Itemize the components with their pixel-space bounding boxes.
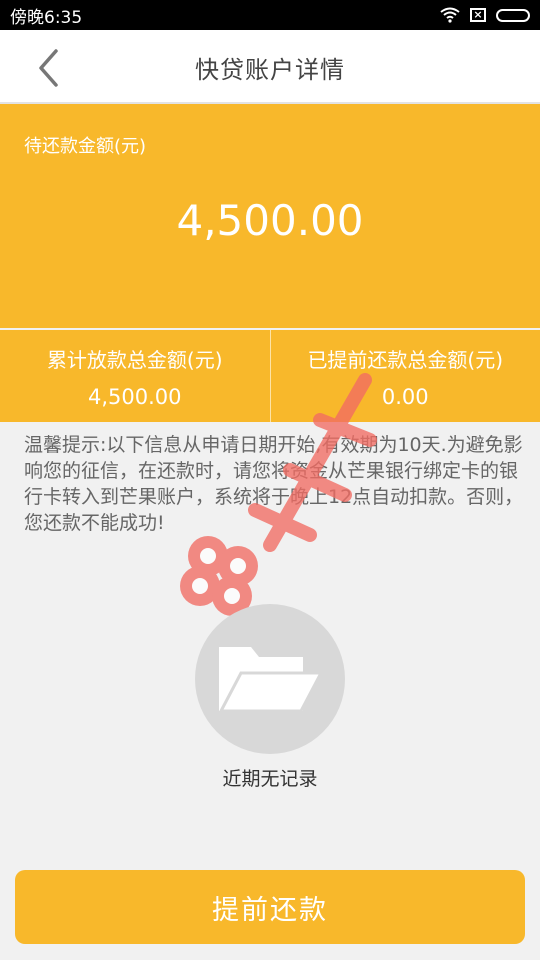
amount-due-label: 待还款金额(元) (24, 136, 147, 157)
status-icons: × (440, 7, 530, 23)
navigation-bar: 快贷账户详情 (0, 30, 540, 104)
repayment-notice: 温馨提示:以下信息从申请日期开始,有效期为10天.为避免影响您的征信，在还款时，… (24, 434, 524, 534)
total-prepaid-value: 0.00 (381, 384, 429, 409)
prepay-button[interactable]: 提前还款 (15, 870, 525, 944)
total-prepaid-stat: 已提前还款总金额(元) 0.00 (269, 330, 540, 422)
total-disbursed-label: 累计放款总金额(元) (46, 347, 223, 372)
status-time: 傍晚6:35 (10, 7, 83, 28)
status-bar: 傍晚6:35 × (0, 0, 540, 30)
no-sim-icon: × (470, 8, 486, 22)
empty-state-illustration (195, 604, 345, 754)
amount-due-value: 4,500.00 (176, 196, 364, 245)
empty-state-text: 近期无记录 (222, 768, 318, 790)
loan-stats: 累计放款总金额(元) 4,500.00 已提前还款总金额(元) 0.00 (0, 330, 540, 422)
page-title: 快贷账户详情 (195, 55, 345, 84)
total-prepaid-label: 已提前还款总金额(元) (307, 347, 504, 372)
wifi-icon (440, 7, 460, 23)
folder-icon (218, 647, 324, 713)
total-disbursed-value: 4,500.00 (87, 384, 182, 409)
battery-icon (496, 8, 530, 22)
total-disbursed-stat: 累计放款总金额(元) 4,500.00 (0, 330, 270, 422)
amount-due-card: 待还款金额(元) 4,500.00 (0, 104, 540, 328)
